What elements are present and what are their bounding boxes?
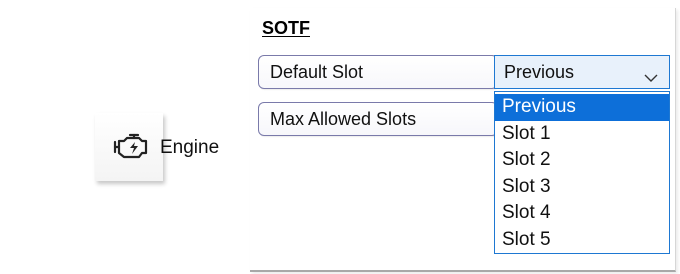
chevron-down-icon [643,64,659,82]
default-slot-label: Default Slot [258,55,498,89]
default-slot-options: Previous Slot 1 Slot 2 Slot 3 Slot 4 Slo… [494,91,670,254]
sotf-title: SOTF [262,18,310,38]
option-slot-2[interactable]: Slot 2 [495,147,669,174]
engine-icon [113,130,153,164]
default-slot-select[interactable]: Previous [494,55,670,89]
option-slot-1[interactable]: Slot 1 [495,121,669,148]
option-slot-4[interactable]: Slot 4 [495,200,669,227]
default-slot-value: Previous [504,62,575,82]
option-previous[interactable]: Previous [495,94,669,121]
max-allowed-slots-label: Max Allowed Slots [258,102,498,136]
option-slot-5[interactable]: Slot 5 [495,227,669,254]
engine-tab-label: Engine [160,137,220,158]
option-slot-3[interactable]: Slot 3 [495,174,669,201]
